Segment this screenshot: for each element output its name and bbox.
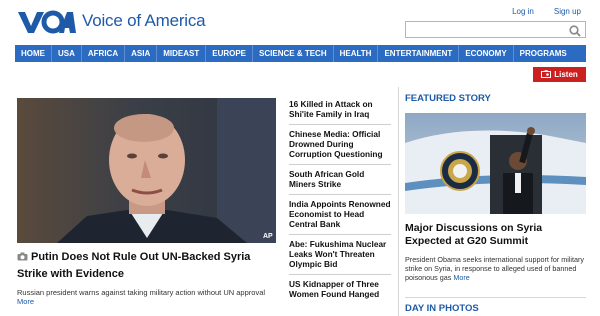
brand-name[interactable]: Voice of America [82,11,206,31]
radio-icon [541,69,552,80]
main-story-photo[interactable]: AP [17,98,276,243]
featured-story-heading: FEATURED STORY [405,93,491,104]
main-story-title[interactable]: Putin Does Not Rule Out UN-Backed Syria … [17,251,250,280]
featured-story-summary-block: President Obama seeks international supp… [405,255,590,282]
nav-economy[interactable]: ECONOMY [459,45,514,62]
headline-item[interactable]: 16 Killed in Attack on Shi'ite Family in… [289,98,391,125]
nav-programs[interactable]: PROGRAMS [514,45,573,62]
main-story-headline[interactable]: Putin Does Not Rule Out UN-Backed Syria … [17,249,279,282]
nav-home[interactable]: HOME [15,45,52,62]
headline-item[interactable]: India Appoints Renowned Economist to Hea… [289,198,391,235]
headline-item[interactable]: US Kidnapper of Three Women Found Hanged [289,278,391,304]
column-divider [398,87,399,316]
headline-list: 16 Killed in Attack on Shi'ite Family in… [289,98,391,307]
voa-logo[interactable] [18,10,76,34]
account-links: Log in Sign up [512,7,581,16]
search-input[interactable] [406,24,566,40]
main-story-summary: Russian president warns against taking m… [17,288,266,297]
nav-science-tech[interactable]: SCIENCE & TECH [253,45,334,62]
nav-usa[interactable]: USA [52,45,82,62]
nav-asia[interactable]: ASIA [125,45,158,62]
featured-story-title[interactable]: Major Discussions on Syria Expected at G… [405,222,586,248]
search-box [405,21,586,40]
featured-story-more-link[interactable]: More [453,273,469,282]
search-icon[interactable] [569,24,581,42]
headline-item[interactable]: Abe: Fukushima Nuclear Leaks Won't Threa… [289,238,391,275]
nav-africa[interactable]: AFRICA [82,45,126,62]
main-nav: HOME USA AFRICA ASIA MIDEAST EUROPE SCIE… [15,45,586,62]
listen-label: Listen [554,70,578,79]
headline-item[interactable]: Chinese Media: Official Drowned During C… [289,128,391,165]
nav-mideast[interactable]: MIDEAST [157,45,207,62]
listen-button[interactable]: Listen [533,67,586,82]
main-story-more-link[interactable]: More [17,297,34,306]
signup-link[interactable]: Sign up [554,7,581,16]
main-story-summary-block: Russian president warns against taking m… [17,288,279,306]
nav-europe[interactable]: EUROPE [206,45,254,62]
login-link[interactable]: Log in [512,7,534,16]
camera-icon [17,250,28,266]
featured-story-summary: President Obama seeks international supp… [405,255,584,282]
headline-item[interactable]: South African Gold Miners Strike [289,168,391,195]
nav-entertainment[interactable]: ENTERTAINMENT [378,45,460,62]
photo-credit: AP [263,233,273,240]
section-divider [405,297,586,298]
day-in-photos-heading[interactable]: DAY IN PHOTOS [405,303,479,314]
nav-health[interactable]: HEALTH [334,45,379,62]
featured-story-photo[interactable] [405,113,586,214]
